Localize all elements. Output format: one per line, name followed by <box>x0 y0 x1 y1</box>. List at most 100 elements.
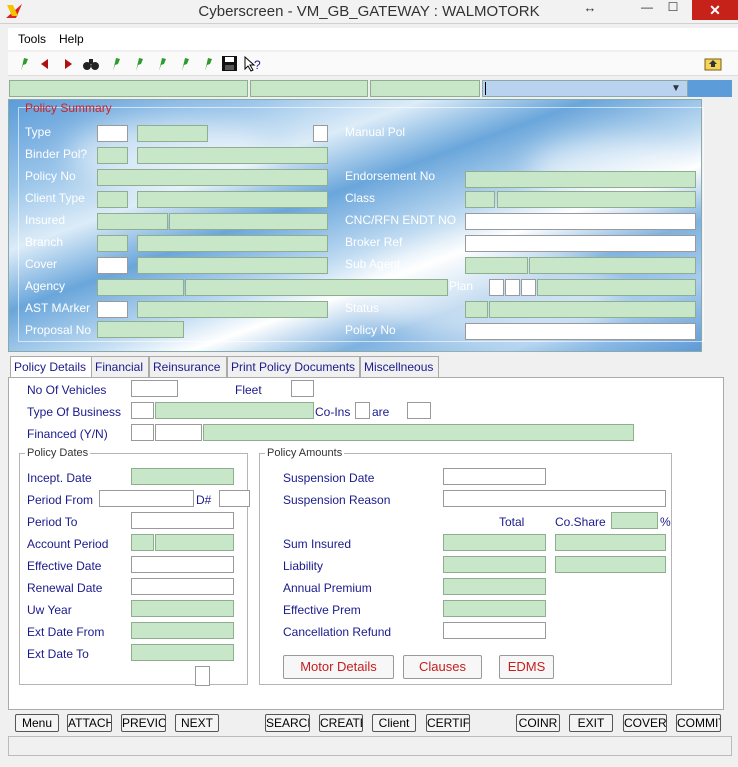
save-icon[interactable] <box>222 56 237 71</box>
ast-marker-desc-field[interactable] <box>137 301 328 318</box>
financed-yn-field[interactable] <box>131 424 154 441</box>
type-input[interactable] <box>97 125 128 142</box>
financed-code-field[interactable] <box>155 424 202 441</box>
sub-agent-code-field[interactable] <box>465 257 528 274</box>
search-button[interactable]: SEARCH <box>265 714 310 732</box>
period-to-field[interactable] <box>131 512 234 529</box>
account-period-year-field[interactable] <box>155 534 234 551</box>
effective-date-field[interactable] <box>131 556 234 573</box>
co-share-pct-field[interactable] <box>611 512 658 529</box>
plan-desc-field[interactable] <box>537 279 696 296</box>
account-period-month-field[interactable] <box>131 534 154 551</box>
pen-icon[interactable] <box>133 56 145 72</box>
tab-reinsurance[interactable]: Reinsurance <box>149 356 227 378</box>
status-code-field[interactable] <box>465 301 488 318</box>
coinsurance-button[interactable]: COINR <box>516 714 560 732</box>
branch-code-field[interactable] <box>97 235 128 252</box>
ext-date-to-field[interactable] <box>131 644 234 661</box>
menu-help[interactable]: Help <box>59 32 84 46</box>
binoculars-icon[interactable] <box>83 57 99 71</box>
pen-icon[interactable] <box>110 56 122 72</box>
sum-insured-share-field[interactable] <box>555 534 666 551</box>
proposal-no-field[interactable] <box>97 321 184 338</box>
tab-print-policy-documents[interactable]: Print Policy Documents <box>227 356 360 378</box>
attach-button[interactable]: ATTACH <box>67 714 112 732</box>
broker-ref-field[interactable] <box>465 235 696 252</box>
suspension-reason-field[interactable] <box>443 490 666 507</box>
help-icon[interactable]: ? <box>244 56 262 72</box>
edms-button[interactable]: EDMS <box>499 655 554 679</box>
liability-share-field[interactable] <box>555 556 666 573</box>
annual-premium-field[interactable] <box>443 578 546 595</box>
client-type-desc-field[interactable] <box>137 191 328 208</box>
class-code-field[interactable] <box>465 191 495 208</box>
tab-financial[interactable]: Financial <box>91 356 149 378</box>
next-arrow-icon[interactable] <box>63 58 73 70</box>
client-type-field[interactable] <box>97 191 128 208</box>
flag-icon[interactable] <box>18 56 30 72</box>
cover-input[interactable] <box>97 257 128 274</box>
sum-insured-total-field[interactable] <box>443 534 546 551</box>
insured-name-field[interactable] <box>169 213 328 230</box>
branch-desc-field[interactable] <box>137 235 328 252</box>
minimize-button[interactable]: — <box>636 0 658 18</box>
exit-button[interactable]: EXIT <box>569 714 613 732</box>
ast-marker-input[interactable] <box>97 301 128 318</box>
type-business-code-field[interactable] <box>131 402 154 419</box>
suspension-date-field[interactable] <box>443 468 546 485</box>
pen-icon[interactable] <box>156 56 168 72</box>
sub-agent-name-field[interactable] <box>529 257 696 274</box>
type-business-desc-field[interactable] <box>155 402 314 419</box>
are-field[interactable] <box>407 402 431 419</box>
motor-details-button[interactable]: Motor Details <box>283 655 394 679</box>
d-hash-field[interactable] <box>219 490 250 507</box>
tab-policy-details[interactable]: Policy Details <box>10 356 92 379</box>
menu-tools[interactable]: Tools <box>18 32 46 46</box>
endorsement-no-field[interactable] <box>465 171 696 188</box>
renewal-date-field[interactable] <box>131 578 234 595</box>
cancellation-refund-field[interactable] <box>443 622 546 639</box>
uw-year-field[interactable] <box>131 600 234 617</box>
fleet-field[interactable] <box>291 380 314 397</box>
client-button[interactable]: Client <box>372 714 416 732</box>
create-button[interactable]: CREATE <box>319 714 363 732</box>
cover-desc-field[interactable] <box>137 257 328 274</box>
class-desc-field[interactable] <box>497 191 696 208</box>
no-vehicles-field[interactable] <box>131 380 178 397</box>
top-dropdown[interactable]: ▼ <box>482 80 688 97</box>
top-field-1[interactable] <box>9 80 248 97</box>
pen-icon[interactable] <box>179 56 191 72</box>
effective-prem-field[interactable] <box>443 600 546 617</box>
liability-total-field[interactable] <box>443 556 546 573</box>
small-scroll-field[interactable] <box>195 666 210 686</box>
top-field-3[interactable] <box>370 80 480 97</box>
policy-no-2-field[interactable] <box>465 323 696 340</box>
period-from-field[interactable] <box>99 490 194 507</box>
binder-pol-field[interactable] <box>97 147 128 164</box>
insured-code-field[interactable] <box>97 213 168 230</box>
status-desc-field[interactable] <box>489 301 696 318</box>
policy-no-field[interactable] <box>97 169 328 186</box>
pen-icon[interactable] <box>202 56 214 72</box>
tab-miscellneous[interactable]: Miscellneous <box>360 356 439 378</box>
binder-pol-desc-field[interactable] <box>137 147 328 164</box>
agency-name-field[interactable] <box>185 279 448 296</box>
dropdown-arrow-icon[interactable]: ▼ <box>671 83 681 94</box>
certificate-button[interactable]: CERTIF <box>426 714 470 732</box>
plan-field-3[interactable] <box>521 279 536 296</box>
agency-code-field[interactable] <box>97 279 184 296</box>
clauses-button[interactable]: Clauses <box>403 655 482 679</box>
maximize-button[interactable]: ☐ <box>662 0 684 18</box>
top-field-2[interactable] <box>250 80 368 97</box>
commit-button[interactable]: COMMIT <box>676 714 721 732</box>
co-ins-field[interactable] <box>355 402 370 419</box>
folder-up-icon[interactable] <box>704 56 722 71</box>
cover-button[interactable]: COVER <box>623 714 667 732</box>
prev-arrow-icon[interactable] <box>40 58 50 70</box>
previous-button[interactable]: PREVIC <box>121 714 166 732</box>
plan-field-1[interactable] <box>489 279 504 296</box>
close-button[interactable]: ✕ <box>692 0 738 20</box>
manual-pol-checkbox[interactable] <box>313 125 328 142</box>
cnc-rfn-field[interactable] <box>465 213 696 230</box>
incept-date-field[interactable] <box>131 468 234 485</box>
